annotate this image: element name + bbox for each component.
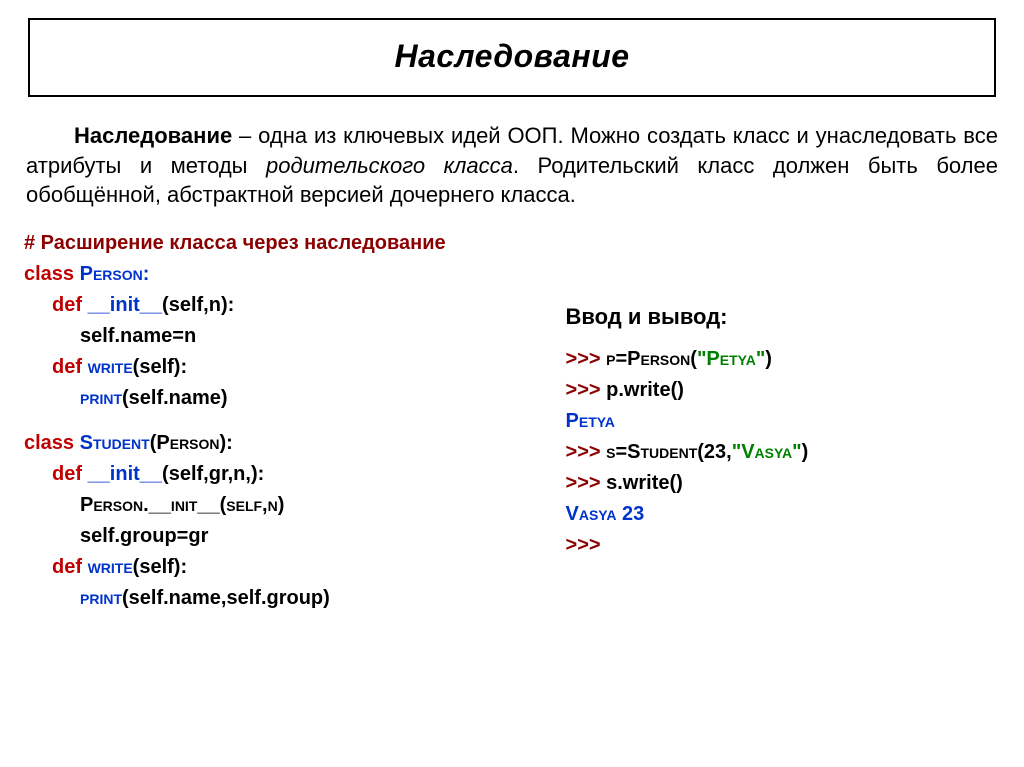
code-line-selfname: self.name=n [24,321,558,352]
code-line-init1: def __init__(self,n): [24,290,558,321]
slide: Наследование Наследование – одна из ключ… [0,0,1024,767]
code-line-class-person: class Person: [24,259,558,290]
io-line2: >>> p.write() [566,375,1006,406]
io-out2: Vasya 23 [566,499,1006,530]
code-comment: # Расширение класса через наследование [24,228,558,259]
io-block: Ввод и вывод: >>> p=Person("Petya") >>> … [558,300,1006,614]
content-columns: # Расширение класса через наследование c… [18,228,1006,614]
code-line-write1: def write(self): [24,352,558,383]
code-block: # Расширение класса через наследование c… [18,228,558,614]
code-line-selfgroup: self.group=gr [24,521,558,552]
code-line-class-student: class Student(Person): [24,428,558,459]
io-heading: Ввод и вывод: [566,300,1006,334]
intro-paragraph: Наследование – одна из ключевых идей ООП… [26,121,998,210]
term-inheritance: Наследование [74,123,232,148]
code-line-print1: print(self.name) [24,383,558,414]
io-line3: >>> s=Student(23,"Vasya") [566,437,1006,468]
code-line-write2: def write(self): [24,552,558,583]
code-line-print2: print(self.name,self.group) [24,583,558,614]
page-title: Наследование [30,38,994,75]
io-last-prompt: >>> [566,530,1006,561]
title-box: Наследование [28,18,996,97]
parent-class-em: родительского класса [266,153,513,178]
code-line-super: Person.__init__(self,n) [24,490,558,521]
io-line4: >>> s.write() [566,468,1006,499]
io-line1: >>> p=Person("Petya") [566,344,1006,375]
io-out1: Petya [566,406,1006,437]
code-line-init2: def __init__(self,gr,n,): [24,459,558,490]
